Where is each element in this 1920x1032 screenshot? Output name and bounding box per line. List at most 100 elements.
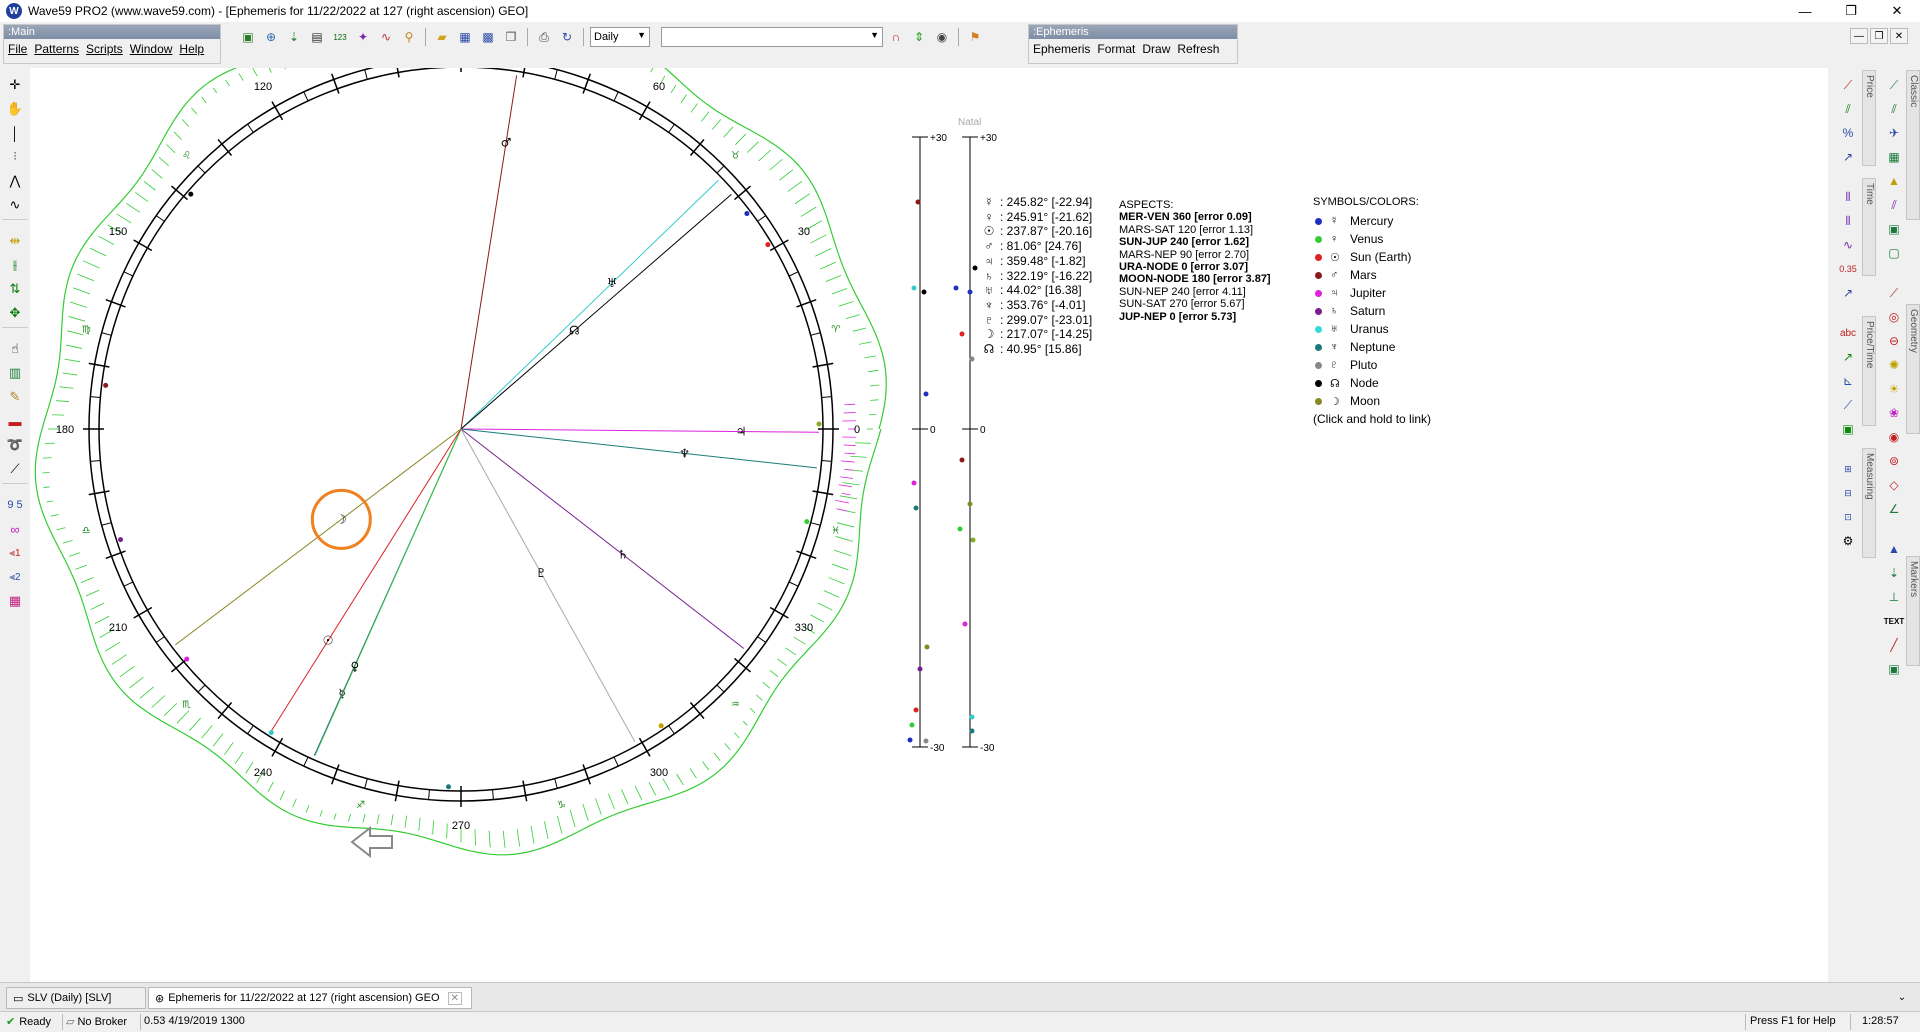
- marker-text-icon[interactable]: TEXT: [1882, 610, 1906, 632]
- line-cursor-icon[interactable]: │: [4, 122, 26, 144]
- mdi-close-button[interactable]: ✕: [1890, 28, 1908, 44]
- classic-triangle-icon[interactable]: ▲: [1882, 170, 1906, 192]
- menu-patterns[interactable]: Patterns: [34, 42, 79, 56]
- level-two-icon[interactable]: ⫷2: [4, 566, 26, 588]
- pattern-icon[interactable]: ✦: [353, 27, 373, 47]
- mdi-restore-button[interactable]: ❐: [1870, 28, 1888, 44]
- symbol-select[interactable]: ▼: [661, 27, 883, 47]
- tab-ephemeris[interactable]: ⊛ Ephemeris for 11/22/2022 at 127 (right…: [148, 987, 472, 1009]
- time-cycle-icon[interactable]: ⦀: [1836, 210, 1860, 232]
- geometry-flower-icon[interactable]: ❀: [1882, 402, 1906, 424]
- save-icon[interactable]: ▦: [455, 27, 475, 47]
- classic-square-icon[interactable]: ▢: [1882, 242, 1906, 264]
- timeframe-select[interactable]: Daily ▼: [590, 27, 650, 47]
- flag-icon[interactable]: ⚑: [965, 27, 985, 47]
- menu-help[interactable]: Help: [179, 42, 204, 56]
- print-icon[interactable]: ⎙: [534, 27, 554, 47]
- menu-refresh[interactable]: Refresh: [1177, 42, 1219, 56]
- car-icon[interactable]: ▬: [4, 410, 26, 432]
- magnet-icon[interactable]: ∩: [886, 27, 906, 47]
- marker-line-icon[interactable]: ╱: [1882, 634, 1906, 656]
- marker-arrow-up-icon[interactable]: ▲: [1882, 538, 1906, 560]
- minimize-button[interactable]: —: [1782, 0, 1828, 22]
- expand-icon[interactable]: ✥: [4, 302, 26, 324]
- legend-item[interactable]: ♂ Mars: [1313, 266, 1431, 284]
- time-bars-icon[interactable]: ⦀: [1836, 186, 1860, 208]
- menu-window[interactable]: Window: [130, 42, 173, 56]
- copy-icon[interactable]: ❐: [501, 27, 521, 47]
- classic-box-icon[interactable]: ▣: [1882, 218, 1906, 240]
- marker-box-icon[interactable]: ▣: [1882, 658, 1906, 680]
- infinity-icon[interactable]: ∞: [4, 518, 26, 540]
- time-wave-icon[interactable]: ∿: [1836, 234, 1860, 256]
- price-trend-icon[interactable]: ↗: [1836, 146, 1860, 168]
- pricetime-trend-icon[interactable]: ↗: [1836, 346, 1860, 368]
- save-all-icon[interactable]: ▩: [478, 27, 498, 47]
- trash-icon[interactable]: ▥: [4, 362, 26, 384]
- tabs-menu-icon[interactable]: ⌄: [1894, 989, 1910, 1005]
- search-icon[interactable]: ⚲: [399, 27, 419, 47]
- classic-angle-icon[interactable]: ⟋: [1882, 74, 1906, 96]
- refresh-icon[interactable]: ↻: [557, 27, 577, 47]
- measure-h-icon[interactable]: ⊞: [1836, 458, 1860, 480]
- close-tab-icon[interactable]: ✕: [447, 991, 462, 1005]
- legend-item[interactable]: ♆ Neptune: [1313, 338, 1431, 356]
- mdi-minimize-button[interactable]: —: [1850, 28, 1868, 44]
- numbers-icon[interactable]: 123: [330, 27, 350, 47]
- menu-scripts[interactable]: Scripts: [86, 42, 123, 56]
- percent-icon[interactable]: %: [1836, 122, 1860, 144]
- curve-icon[interactable]: ∿: [4, 194, 26, 216]
- tab-classic[interactable]: Classic: [1906, 70, 1920, 220]
- legend-item[interactable]: ☉ Sun (Earth): [1313, 248, 1431, 266]
- menu-ephemeris[interactable]: Ephemeris: [1033, 42, 1090, 56]
- geometry-spiral-icon[interactable]: ✺: [1882, 354, 1906, 376]
- pricetime-square-icon[interactable]: ▣: [1836, 418, 1860, 440]
- ruler-icon[interactable]: ⟋: [4, 458, 26, 480]
- legend-item[interactable]: ♇ Pluto: [1313, 356, 1431, 374]
- open-folder-icon[interactable]: ▰: [432, 27, 452, 47]
- geometry-rings-icon[interactable]: ◉: [1882, 426, 1906, 448]
- text-abc-icon[interactable]: abc: [1836, 322, 1860, 344]
- close-button[interactable]: ✕: [1874, 0, 1920, 22]
- legend-item[interactable]: ♃ Jupiter: [1313, 284, 1431, 302]
- legend-item[interactable]: ♄ Saturn: [1313, 302, 1431, 320]
- measure-gear-icon[interactable]: ⚙: [1836, 530, 1860, 552]
- wave-icon[interactable]: ∿: [376, 27, 396, 47]
- geometry-sun-icon[interactable]: ☀: [1882, 378, 1906, 400]
- pencil-icon[interactable]: ✎: [4, 386, 26, 408]
- grid-icon[interactable]: ▦: [4, 590, 26, 612]
- marker-arrow-down-icon[interactable]: ⇣: [1882, 562, 1906, 584]
- tab-geometry[interactable]: Geometry: [1906, 304, 1920, 434]
- classic-lines-icon[interactable]: ⫽: [1882, 194, 1906, 216]
- zigzag-icon[interactable]: ⋀: [4, 170, 26, 192]
- load-data-icon[interactable]: ⇣: [284, 27, 304, 47]
- price-channel-icon[interactable]: ⫽: [1836, 98, 1860, 120]
- time-ratio-icon[interactable]: 0.35: [1836, 258, 1860, 280]
- tab-time[interactable]: Time: [1862, 178, 1876, 276]
- crosshair-icon[interactable]: ✛: [4, 74, 26, 96]
- time-trend-icon[interactable]: ↗: [1836, 282, 1860, 304]
- bars-icon[interactable]: ⫶: [4, 146, 26, 168]
- geometry-fan-icon[interactable]: ⟋: [1882, 282, 1906, 304]
- tab-price-time[interactable]: Price/Time: [1862, 316, 1876, 426]
- geometry-diamond-icon[interactable]: ◇: [1882, 474, 1906, 496]
- range-icon[interactable]: ⇹: [4, 230, 26, 252]
- measure-v-icon[interactable]: ⊟: [1836, 482, 1860, 504]
- price-angle-icon[interactable]: ⟋: [1836, 74, 1860, 96]
- tab-markers[interactable]: Markers: [1906, 556, 1920, 666]
- extension-icon[interactable]: ⇅: [4, 278, 26, 300]
- tab-price[interactable]: Price: [1862, 70, 1876, 166]
- zoom-icon[interactable]: ⊕: [261, 27, 281, 47]
- classic-grid-icon[interactable]: ▦: [1882, 146, 1906, 168]
- numbers-icon[interactable]: 9 5: [4, 494, 26, 516]
- legend-item[interactable]: ☊ Node: [1313, 374, 1431, 392]
- legend-item[interactable]: ☿ Mercury: [1313, 212, 1431, 230]
- print-chart-icon[interactable]: ▤: [307, 27, 327, 47]
- legend-item[interactable]: ♀ Venus: [1313, 230, 1431, 248]
- menu-draw[interactable]: Draw: [1142, 42, 1170, 56]
- up-down-arrows-icon[interactable]: ⇕: [909, 27, 929, 47]
- classic-fan-icon[interactable]: ⫽: [1882, 98, 1906, 120]
- geometry-angle-icon[interactable]: ∠: [1882, 498, 1906, 520]
- legend-item[interactable]: ☽ Moon: [1313, 392, 1431, 410]
- maximize-button[interactable]: ❐: [1828, 0, 1874, 22]
